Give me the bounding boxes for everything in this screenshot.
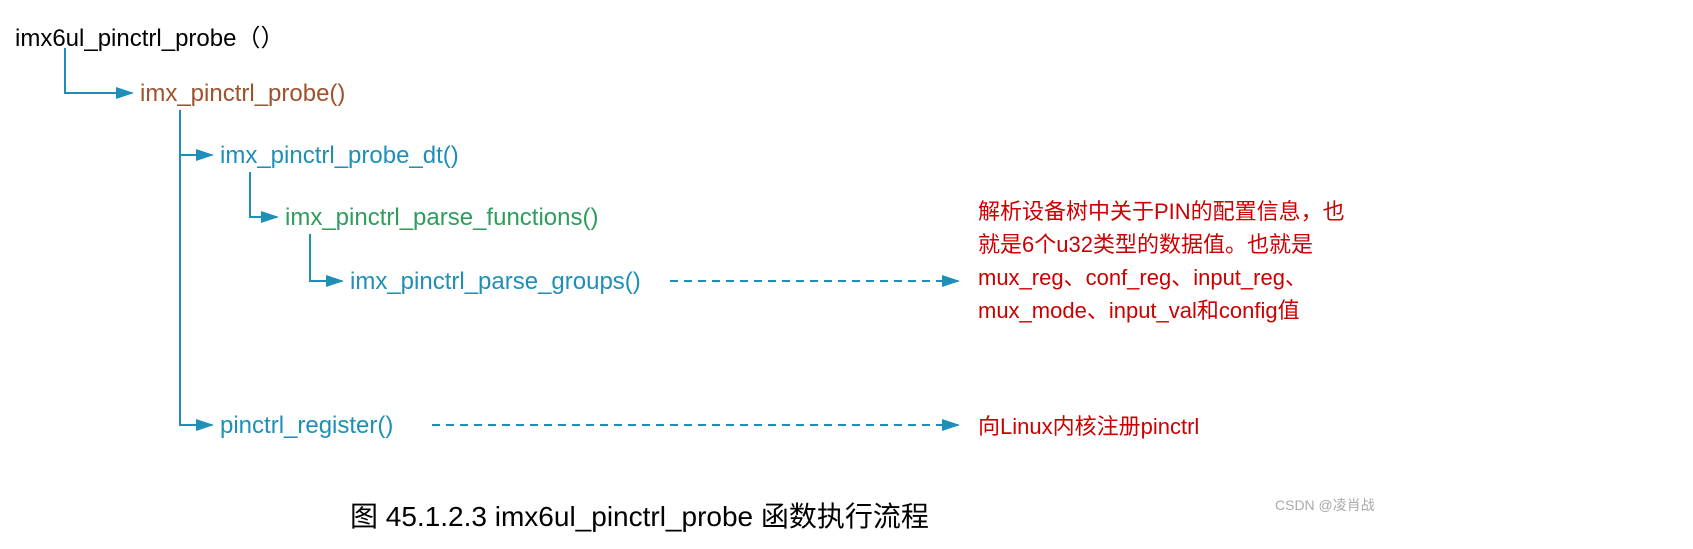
node-imx-pinctrl-probe: imx_pinctrl_probe() [140,80,345,108]
watermark: CSDN @凌肖战 [1275,495,1375,515]
root-node: imx6ul_pinctrl_probe（） [15,18,284,53]
annotation-pinctrl-register: 向Linux内核注册pinctrl [978,410,1199,443]
node-imx-pinctrl-parse-groups: imx_pinctrl_parse_groups() [350,268,641,296]
connector-n1-n5 [180,110,212,425]
node-pinctrl-register: pinctrl_register() [220,412,393,440]
node-imx-pinctrl-probe-dt: imx_pinctrl_probe_dt() [220,142,459,170]
connector-root-n1 [65,48,132,93]
connector-n1-n2 [180,110,212,155]
annotation-parse-groups: 解析设备树中关于PIN的配置信息，也就是6个u32类型的数据值。也就是mux_r… [978,195,1348,327]
figure-caption: 图 45.1.2.3 imx6ul_pinctrl_probe 函数执行流程 [350,495,929,535]
node-imx-pinctrl-parse-functions: imx_pinctrl_parse_functions() [285,204,598,232]
connector-n3-n4 [310,234,342,281]
connector-n2-n3 [250,172,277,217]
